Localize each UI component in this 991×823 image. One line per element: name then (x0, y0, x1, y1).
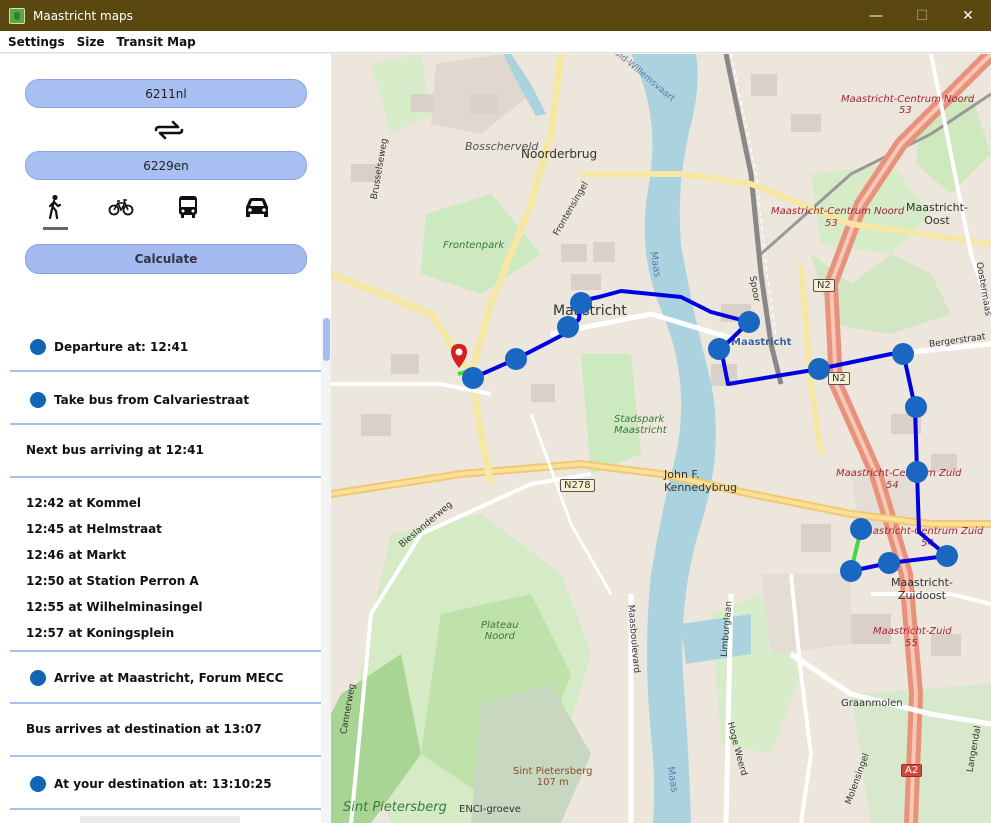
window-controls: — ☐ ✕ (853, 0, 991, 31)
horizontal-scroll-stub (80, 816, 240, 823)
take-bus-text: Take bus from Calvariestraat (54, 393, 250, 407)
list-item: 12:42 at Kommel (10, 495, 321, 511)
app-icon (9, 7, 25, 24)
step-dot-icon (30, 776, 46, 792)
route-stop-marker[interactable] (505, 348, 527, 370)
maximize-button[interactable]: ☐ (899, 0, 945, 31)
walking-person-icon[interactable] (38, 192, 72, 222)
origin-field[interactable]: 6211nl (25, 79, 307, 108)
bus-arrives-text: Bus arrives at destination at 13:07 (26, 722, 262, 736)
separator (10, 650, 321, 652)
route-stop-marker[interactable] (570, 292, 592, 314)
window-title: Maastricht maps (33, 8, 133, 23)
separator (10, 370, 321, 372)
location-pin-icon[interactable] (451, 344, 467, 368)
menu-bar: Settings Size Transit Map (0, 31, 991, 53)
swap-arrows-icon[interactable] (153, 116, 185, 144)
stop-text: 12:42 at Kommel (26, 496, 141, 510)
list-item: At your destination at: 13:10:25 (10, 775, 321, 793)
departure-text: Departure at: 12:41 (54, 340, 189, 354)
menu-transit-map[interactable]: Transit Map (117, 35, 196, 49)
list-item: Bus arrives at destination at 13:07 (10, 721, 321, 737)
stop-text: 12:50 at Station Perron A (26, 574, 199, 588)
route-stop-marker[interactable] (557, 316, 579, 338)
stop-text: 12:57 at Koningsplein (26, 626, 175, 640)
car-icon[interactable] (240, 192, 274, 222)
route-stop-marker[interactable] (808, 358, 830, 380)
list-item: Next bus arriving at 12:41 (10, 442, 321, 458)
route-stop-marker[interactable] (850, 518, 872, 540)
separator (10, 476, 321, 478)
bicycle-icon[interactable] (104, 192, 138, 222)
separator (10, 423, 321, 425)
stop-text: 12:46 at Markt (26, 548, 127, 562)
list-item: Arrive at Maastricht, Forum MECC (10, 669, 321, 687)
bus-icon[interactable] (171, 192, 205, 222)
list-item: 12:46 at Markt (10, 547, 321, 563)
route-stop-marker[interactable] (936, 545, 958, 567)
map-view[interactable]: Bosscherveld Noorderbrug Maastricht Maas… (331, 54, 991, 823)
separator (10, 808, 321, 810)
stop-text: 12:45 at Helmstraat (26, 522, 162, 536)
route-stop-marker[interactable] (878, 552, 900, 574)
menu-size[interactable]: Size (77, 35, 105, 49)
scroll-thumb[interactable] (323, 318, 330, 361)
route-stop-marker[interactable] (708, 338, 730, 360)
route-stop-marker[interactable] (905, 396, 927, 418)
route-stop-marker[interactable] (892, 343, 914, 365)
bus-route-line (472, 289, 949, 573)
close-button[interactable]: ✕ (945, 0, 991, 31)
separator (10, 702, 321, 704)
list-item: 12:50 at Station Perron A (10, 573, 321, 589)
list-item: Departure at: 12:41 (10, 338, 321, 356)
step-dot-icon (30, 339, 46, 355)
separator (10, 755, 321, 757)
stop-text: 12:55 at Wilhelminasingel (26, 600, 203, 614)
route-stop-marker[interactable] (840, 560, 862, 582)
route-stop-marker[interactable] (462, 367, 484, 389)
list-item: Take bus from Calvariestraat (10, 391, 321, 409)
next-bus-text: Next bus arriving at 12:41 (26, 443, 204, 457)
destination-field[interactable]: 6229en (25, 151, 307, 180)
list-item: 12:55 at Wilhelminasingel (10, 599, 321, 615)
menu-settings[interactable]: Settings (8, 35, 65, 49)
step-dot-icon (30, 392, 46, 408)
arrive-text: Arrive at Maastricht, Forum MECC (54, 671, 284, 685)
route-stop-marker[interactable] (738, 311, 760, 333)
route-panel: 6211nl 6229en Calculate Departure at: 12… (0, 54, 331, 823)
list-item: 12:57 at Koningsplein (10, 625, 321, 641)
minimize-button[interactable]: — (853, 0, 899, 31)
itinerary-scrollbar[interactable] (321, 318, 331, 823)
calculate-button[interactable]: Calculate (25, 244, 307, 274)
destination-text: At your destination at: 13:10:25 (54, 777, 272, 791)
route-stop-marker[interactable] (906, 461, 928, 483)
step-dot-icon (30, 670, 46, 686)
route-overlay (451, 289, 958, 582)
app-window: Maastricht maps — ☐ ✕ Settings Size Tran… (0, 0, 991, 823)
selected-mode-indicator (43, 227, 68, 230)
list-item: 12:45 at Helmstraat (10, 521, 321, 537)
title-bar: Maastricht maps — ☐ ✕ (0, 0, 991, 31)
